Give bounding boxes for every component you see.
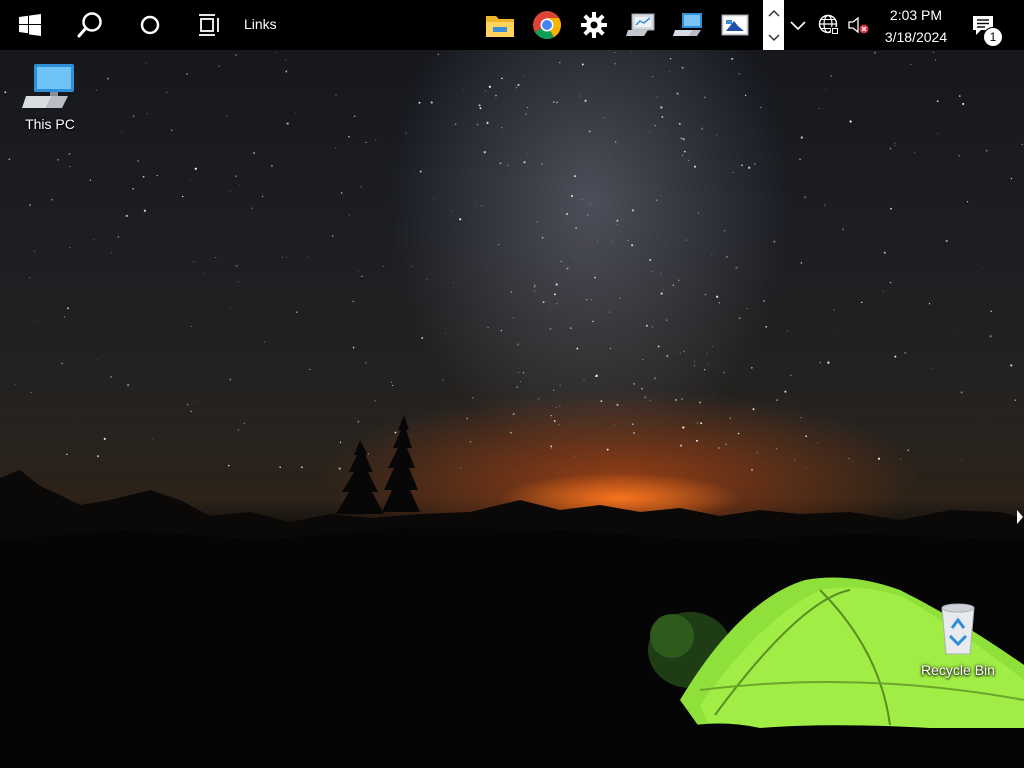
desktop-icon-label: Recycle Bin xyxy=(921,662,995,678)
chevron-up-icon xyxy=(790,21,806,30)
file-explorer-icon xyxy=(486,16,514,37)
links-toolbar-label[interactable]: Links xyxy=(244,16,277,32)
clock-time: 2:03 PM xyxy=(889,7,943,23)
landscape-silhouette xyxy=(0,415,1024,768)
remote-desktop-button[interactable] xyxy=(719,9,751,41)
cortana-icon xyxy=(140,15,160,35)
chrome-icon xyxy=(533,11,561,39)
settings-gear-icon xyxy=(581,12,607,38)
volume-muted-icon xyxy=(848,16,869,34)
tray-overflow-button[interactable] xyxy=(786,0,810,50)
desktop-wallpaper: This PC Recycle Bin xyxy=(0,0,1024,768)
desktop-icon-label: This PC xyxy=(25,116,75,132)
globe-network-icon xyxy=(818,14,839,35)
recycle-bin-icon xyxy=(941,603,975,655)
remote-desktop-icon xyxy=(721,14,749,36)
chevron-up-icon xyxy=(767,9,780,17)
clock-date: 3/18/2024 xyxy=(884,29,948,45)
cortana-button[interactable] xyxy=(125,0,175,50)
taskbar-scroll-arrows xyxy=(763,0,784,50)
network-tray-button[interactable] xyxy=(814,0,844,50)
search-button[interactable] xyxy=(65,0,115,50)
desktop-icon-this-pc[interactable]: This PC xyxy=(5,60,95,132)
search-icon xyxy=(77,12,102,38)
file-explorer-button[interactable] xyxy=(484,9,516,41)
chevron-down-icon xyxy=(767,33,780,41)
network-computer-button[interactable] xyxy=(672,9,704,41)
start-button[interactable] xyxy=(5,0,55,50)
windows-logo-icon xyxy=(19,14,41,36)
taskbar: Links 2:03 PM 3/18/2024 1 xyxy=(0,0,1024,50)
chrome-button[interactable] xyxy=(531,9,563,41)
desktop-icon-recycle-bin[interactable]: Recycle Bin xyxy=(913,602,1003,678)
task-view-button[interactable] xyxy=(185,0,235,50)
network-computer-icon xyxy=(673,13,702,36)
volume-tray-button[interactable] xyxy=(845,0,871,50)
this-pc-icon xyxy=(22,64,74,108)
control-panel-icon xyxy=(626,13,655,36)
edge-arrow-icon xyxy=(1017,510,1023,524)
settings-button[interactable] xyxy=(578,9,610,41)
notification-count-badge: 1 xyxy=(983,27,1003,47)
system-clock[interactable]: 2:03 PM 3/18/2024 xyxy=(876,4,956,48)
scroll-down-button[interactable] xyxy=(763,25,784,50)
control-panel-button[interactable] xyxy=(625,9,657,41)
scroll-up-button[interactable] xyxy=(763,0,784,25)
task-view-icon xyxy=(199,14,219,36)
